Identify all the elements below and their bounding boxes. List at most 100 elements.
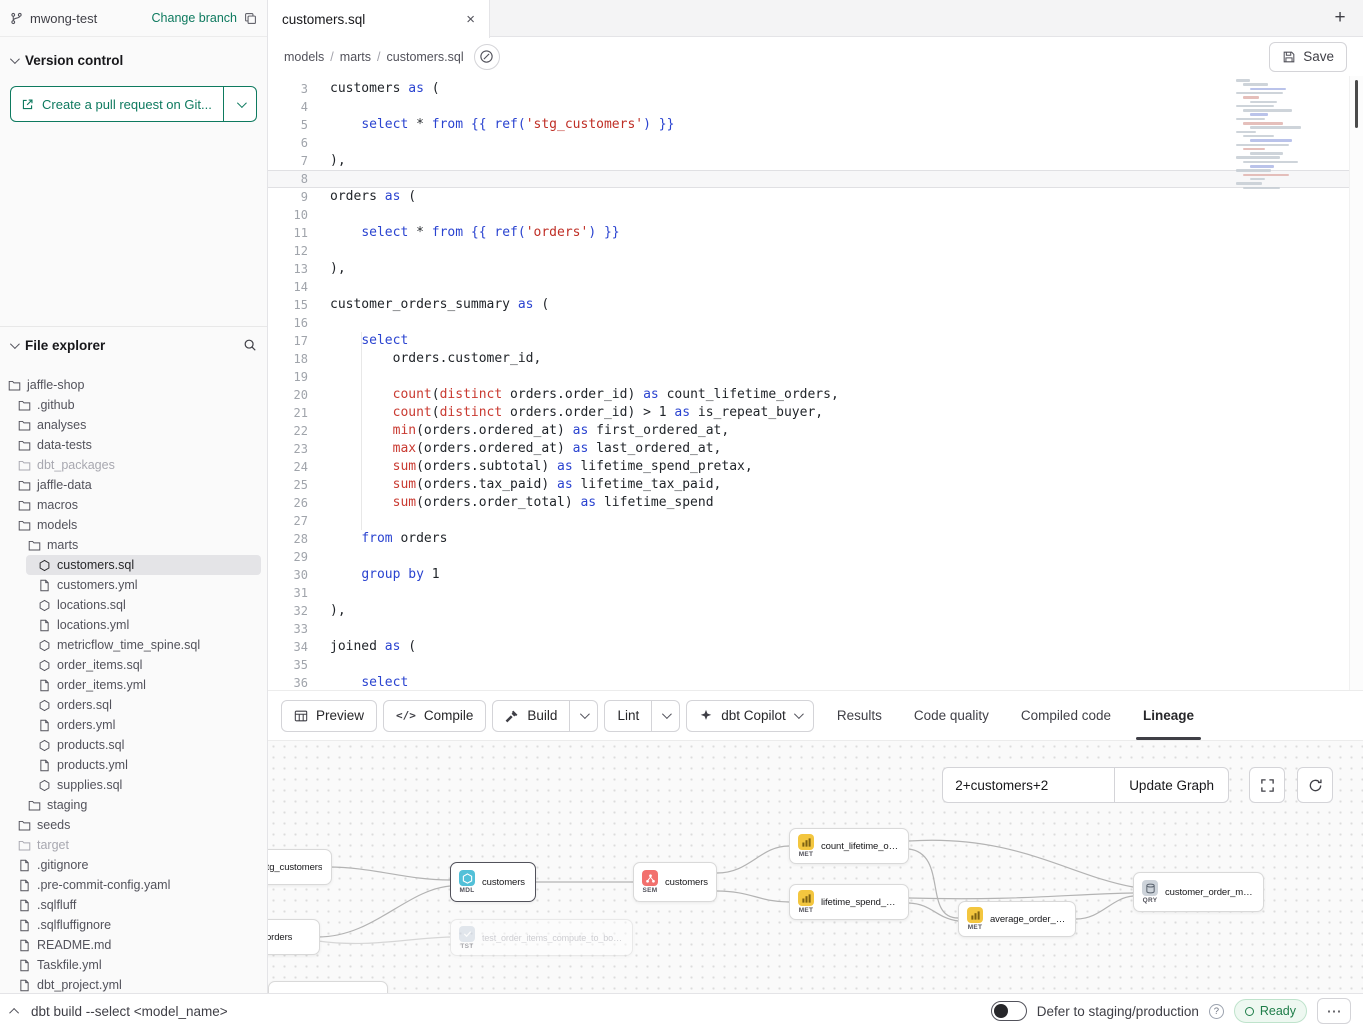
create-pr-main[interactable]: Create a pull request on Git...: [11, 87, 224, 121]
code-line-31[interactable]: 31: [268, 584, 1363, 602]
compile-button[interactable]: </> Compile: [383, 700, 486, 732]
tree-item-dbt-packages[interactable]: dbt_packages: [0, 455, 267, 475]
lineage-node-average-order-value[interactable]: METaverage_order_value: [958, 901, 1076, 937]
fullscreen-button[interactable]: [1249, 767, 1285, 803]
tree-item-metricflow-time-spine-sql[interactable]: metricflow_time_spine.sql: [0, 635, 267, 655]
tree-item-macros[interactable]: macros: [0, 495, 267, 515]
lineage-canvas[interactable]: MDLstg_customers MDLorders MDLcustomers SEM…: [268, 740, 1363, 993]
code-line-28[interactable]: 28 from orders: [268, 530, 1363, 548]
overflow-menu-button[interactable]: ⋯: [1317, 998, 1351, 1024]
code-line-15[interactable]: 15customer_orders_summary as (: [268, 296, 1363, 314]
tree-item-products-yml[interactable]: products.yml: [0, 755, 267, 775]
tree-item-dbt-project-yml[interactable]: dbt_project.yml: [0, 975, 267, 993]
lineage-node-customers[interactable]: MDLcustomers: [450, 862, 536, 902]
tab-customers-sql[interactable]: customers.sql ×: [268, 0, 490, 38]
code-line-20[interactable]: 20 count(distinct orders.order_id) as co…: [268, 386, 1363, 404]
code-line-5[interactable]: 5 select * from {{ ref('stg_customers') …: [268, 116, 1363, 134]
defer-toggle[interactable]: [991, 1001, 1027, 1021]
breadcrumb-item[interactable]: models: [284, 50, 324, 64]
tree-item-data-tests[interactable]: data-tests: [0, 435, 267, 455]
code-line-34[interactable]: 34joined as (: [268, 638, 1363, 656]
tree-item-models[interactable]: models: [0, 515, 267, 535]
code-line-24[interactable]: 24 sum(orders.subtotal) as lifetime_spen…: [268, 458, 1363, 476]
tree-item-locations-yml[interactable]: locations.yml: [0, 615, 267, 635]
code-line-4[interactable]: 4: [268, 98, 1363, 116]
tree-item-jaffle-shop[interactable]: jaffle-shop: [0, 375, 267, 395]
tree-item--sqlfluff[interactable]: .sqlfluff: [0, 895, 267, 915]
code-line-11[interactable]: 11 select * from {{ ref('orders') }}: [268, 224, 1363, 242]
code-line-13[interactable]: 13),: [268, 260, 1363, 278]
code-line-23[interactable]: 23 max(orders.ordered_at) as last_ordere…: [268, 440, 1363, 458]
change-branch-link[interactable]: Change branch: [152, 11, 237, 25]
preview-button[interactable]: Preview: [281, 700, 377, 732]
help-icon[interactable]: ?: [1209, 1004, 1224, 1019]
lineage-node-orders[interactable]: MDLorders: [268, 919, 320, 955]
code-line-33[interactable]: 33: [268, 620, 1363, 638]
tree-item-seeds[interactable]: seeds: [0, 815, 267, 835]
editor-scrollbar-track[interactable]: [1349, 76, 1363, 690]
tree-item-target[interactable]: target: [0, 835, 267, 855]
tree-item-orders-yml[interactable]: orders.yml: [0, 715, 267, 735]
lint-dropdown-caret[interactable]: [652, 700, 680, 732]
lineage-node-partial[interactable]: [268, 981, 388, 993]
tree-item-customers-sql[interactable]: customers.sql: [26, 555, 261, 575]
save-button[interactable]: Save: [1269, 42, 1347, 72]
code-line-19[interactable]: 19: [268, 368, 1363, 386]
file-explorer-header[interactable]: File explorer: [0, 327, 267, 363]
docs-button[interactable]: [474, 44, 500, 70]
panel-tab-lineage[interactable]: Lineage: [1127, 691, 1210, 740]
code-line-26[interactable]: 26 sum(orders.order_total) as lifetime_s…: [268, 494, 1363, 512]
code-line-10[interactable]: 10: [268, 206, 1363, 224]
lint-button[interactable]: Lint: [604, 700, 652, 732]
panel-tab-results[interactable]: Results: [821, 691, 898, 740]
tree-item-order-items-yml[interactable]: order_items.yml: [0, 675, 267, 695]
create-pr-button[interactable]: Create a pull request on Git...: [10, 86, 257, 122]
code-line-7[interactable]: 7),: [268, 152, 1363, 170]
tree-item-jaffle-data[interactable]: jaffle-data: [0, 475, 267, 495]
code-line-3[interactable]: 3customers as (: [268, 80, 1363, 98]
panel-tab-compiled-code[interactable]: Compiled code: [1005, 691, 1127, 740]
lineage-selector-input[interactable]: [942, 767, 1114, 803]
tree-item-products-sql[interactable]: products.sql: [0, 735, 267, 755]
tree-item--pre-commit-config-yaml[interactable]: .pre-commit-config.yaml: [0, 875, 267, 895]
editor-minimap[interactable]: [1232, 79, 1312, 194]
lineage-node-test-order-items-compute-to-bools-[interactable]: TSTtest_order_items_compute_to_bools...: [450, 919, 633, 956]
lineage-node-count-lifetime-orders[interactable]: METcount_lifetime_orders: [789, 828, 909, 864]
close-tab-icon[interactable]: ×: [466, 12, 475, 27]
lineage-node-customers[interactable]: SEMcustomers: [633, 862, 717, 902]
lineage-node-stg-customers[interactable]: MDLstg_customers: [268, 849, 332, 885]
refresh-button[interactable]: [1297, 767, 1333, 803]
search-icon[interactable]: [243, 338, 257, 352]
tree-item-locations-sql[interactable]: locations.sql: [0, 595, 267, 615]
code-line-27[interactable]: 27: [268, 512, 1363, 530]
editor-scrollbar-thumb[interactable]: [1355, 80, 1358, 128]
code-line-30[interactable]: 30 group by 1: [268, 566, 1363, 584]
breadcrumb-item[interactable]: marts: [340, 50, 371, 64]
chevron-up-icon[interactable]: [9, 1007, 19, 1017]
tree-item--gitignore[interactable]: .gitignore: [0, 855, 267, 875]
copilot-button[interactable]: dbt Copilot: [686, 700, 814, 732]
code-line-9[interactable]: 9orders as (: [268, 188, 1363, 206]
tree-item-order-items-sql[interactable]: order_items.sql: [0, 655, 267, 675]
build-button[interactable]: Build: [492, 700, 570, 732]
tree-item-orders-sql[interactable]: orders.sql: [0, 695, 267, 715]
panel-tab-code-quality[interactable]: Code quality: [898, 691, 1005, 740]
tree-item--github[interactable]: .github: [0, 395, 267, 415]
copy-icon[interactable]: [244, 12, 257, 25]
code-line-8[interactable]: 8: [268, 170, 1363, 188]
tree-item-staging[interactable]: staging: [0, 795, 267, 815]
code-line-12[interactable]: 12: [268, 242, 1363, 260]
code-line-36[interactable]: 36 select: [268, 674, 1363, 690]
code-line-21[interactable]: 21 count(distinct orders.order_id) > 1 a…: [268, 404, 1363, 422]
tree-item-supplies-sql[interactable]: supplies.sql: [0, 775, 267, 795]
new-tab-button[interactable]: +: [1317, 0, 1363, 36]
lineage-node-lifetime-spend-pretax[interactable]: METlifetime_spend_pretax: [789, 884, 909, 920]
tree-item-taskfile-yml[interactable]: Taskfile.yml: [0, 955, 267, 975]
code-line-32[interactable]: 32),: [268, 602, 1363, 620]
code-line-17[interactable]: 17 select: [268, 332, 1363, 350]
pr-dropdown-caret[interactable]: [224, 87, 256, 121]
tree-item-customers-yml[interactable]: customers.yml: [0, 575, 267, 595]
code-line-29[interactable]: 29: [268, 548, 1363, 566]
tree-item-marts[interactable]: marts: [0, 535, 267, 555]
code-line-14[interactable]: 14: [268, 278, 1363, 296]
